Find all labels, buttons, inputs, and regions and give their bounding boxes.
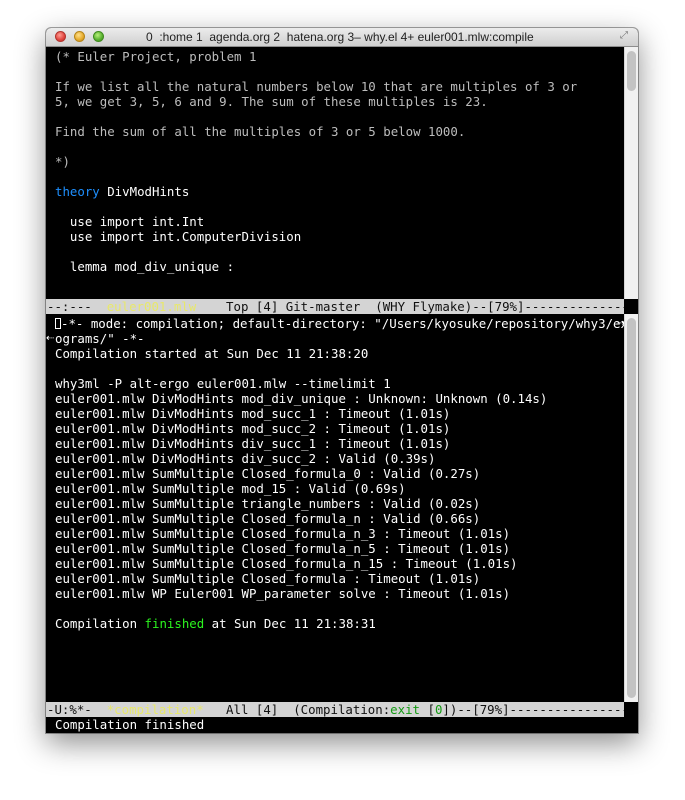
title-bar[interactable]: 0 :home 1 agenda.org 2 hatena.org 3– why… xyxy=(46,28,638,47)
left-arrow-icon: ⇠ xyxy=(46,333,55,344)
compilation-finished-line: Compilation finished at Sun Dec 11 21:38… xyxy=(55,616,376,631)
zoom-button[interactable] xyxy=(93,31,104,42)
compilation-line: Compilation started at Sun Dec 11 21:38:… xyxy=(55,346,369,361)
header-text: -*- mode: compilation; default-directory… xyxy=(61,316,624,331)
source-buffer-pane[interactable]: (* Euler Project, problem 1 If we list a… xyxy=(46,47,624,299)
mode-line-buffer-name[interactable]: euler001.mlw xyxy=(107,299,197,314)
close-button[interactable] xyxy=(55,31,66,42)
theory-keyword: theory xyxy=(55,184,100,199)
lower-scrollbar[interactable] xyxy=(624,314,638,702)
finish-suffix: at Sun Dec 11 21:38:31 xyxy=(204,616,376,631)
compilation-line: euler001.mlw SumMultiple Closed_formula_… xyxy=(55,556,518,571)
compilation-line: euler001.mlw SumMultiple Closed_formula_… xyxy=(55,511,481,526)
window-title: 0 :home 1 agenda.org 2 hatena.org 3– why… xyxy=(146,30,534,44)
source-line: If we list all the natural numbers below… xyxy=(55,79,578,94)
upper-scrollbar-thumb[interactable] xyxy=(627,51,636,91)
minimize-button[interactable] xyxy=(74,31,85,42)
mode-line-exit-word: exit xyxy=(390,702,421,717)
compilation-line: euler001.mlw SumMultiple triangle_number… xyxy=(55,496,481,511)
mode-line-info: Top [4] Git-master (WHY Flymake)--[79%]-… xyxy=(226,299,624,314)
lower-mode-line[interactable]: -U:%*- *compilation* All [4] (Compilatio… xyxy=(46,702,624,717)
source-line: (* Euler Project, problem 1 xyxy=(55,49,257,64)
emacs-window: 0 :home 1 agenda.org 2 hatena.org 3– why… xyxy=(46,28,638,733)
echo-area: Compilation finished xyxy=(55,717,205,732)
right-arrow-icon: ⇢ xyxy=(617,318,624,329)
source-line: use import int.Int xyxy=(55,214,205,229)
finish-prefix: Compilation xyxy=(55,616,145,631)
compilation-header-line-2: ograms/" -*- xyxy=(55,331,145,346)
source-line: Find the sum of all the multiples of 3 o… xyxy=(55,124,466,139)
finished-word: finished xyxy=(144,616,205,631)
upper-scrollbar[interactable] xyxy=(624,47,638,299)
mode-line-bracket: ] xyxy=(442,702,450,717)
mode-line-tail: )--[79%]--------------------------------… xyxy=(449,702,624,717)
mode-line-status: --:--- xyxy=(47,299,107,314)
compilation-buffer-pane[interactable]: -*- mode: compilation; default-directory… xyxy=(46,314,624,702)
upper-mode-line[interactable]: --:--- euler001.mlw Top [4] Git-master (… xyxy=(46,299,624,314)
compilation-line: euler001.mlw SumMultiple Closed_formula_… xyxy=(55,466,481,481)
mode-line-status: -U:%*- xyxy=(47,702,107,717)
source-line: use import int.ComputerDivision xyxy=(55,229,302,244)
compilation-line: why3ml -P alt-ergo euler001.mlw --timeli… xyxy=(55,376,391,391)
compilation-line: euler001.mlw WP Euler001 WP_parameter so… xyxy=(55,586,511,601)
compilation-line: euler001.mlw DivModHints div_succ_2 : Va… xyxy=(55,451,436,466)
compilation-line: euler001.mlw SumMultiple mod_15 : Valid … xyxy=(55,481,406,496)
compilation-line: euler001.mlw DivModHints div_succ_1 : Ti… xyxy=(55,436,451,451)
mode-line-bracket: [ xyxy=(420,702,435,717)
compilation-line: euler001.mlw DivModHints mod_succ_2 : Ti… xyxy=(55,421,451,436)
compilation-line: euler001.mlw DivModHints mod_succ_1 : Ti… xyxy=(55,406,451,421)
fullscreen-resize-icon[interactable]: ⤢ xyxy=(620,30,632,42)
compilation-line: euler001.mlw SumMultiple Closed_formula_… xyxy=(55,541,511,556)
compilation-line: euler001.mlw SumMultiple Closed_formula_… xyxy=(55,526,511,541)
compilation-line: euler001.mlw DivModHints mod_div_unique … xyxy=(55,391,548,406)
theory-declaration-line: theory DivModHints xyxy=(55,184,189,199)
mode-line-info: All [4] (Compilation: xyxy=(203,702,391,717)
source-line: 5, we get 3, 5, 6 and 9. The sum of thes… xyxy=(55,94,488,109)
source-line: *) xyxy=(55,154,70,169)
compilation-line: euler001.mlw SumMultiple Closed_formula … xyxy=(55,571,481,586)
compilation-header-line-1: -*- mode: compilation; default-directory… xyxy=(55,316,624,331)
source-line: lemma mod_div_unique : xyxy=(55,259,235,274)
lower-scrollbar-thumb[interactable] xyxy=(627,318,636,698)
mode-line-buffer-name[interactable]: *compilation* xyxy=(107,702,204,717)
theory-name: DivModHints xyxy=(99,184,190,199)
